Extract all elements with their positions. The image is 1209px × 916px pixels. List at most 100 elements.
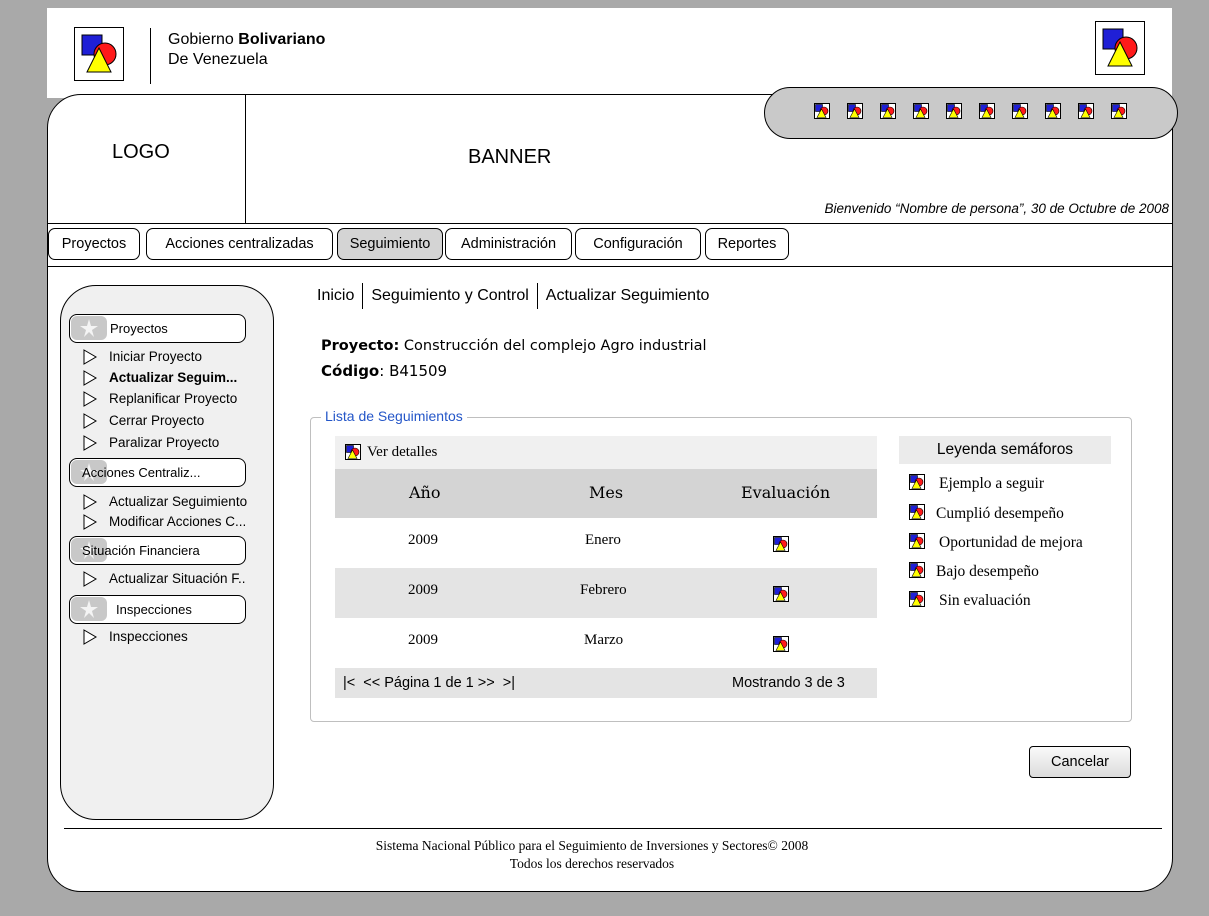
sidebar-item-actualizar-seguimiento-acciones[interactable]: Actualizar Seguimiento (83, 492, 247, 512)
main-frame: LOGO BANNER Bienvenido “Nombre de person… (47, 87, 1178, 892)
breadcrumb-inicio[interactable]: Inicio (317, 287, 354, 304)
sidebar-section-acciones-centralizadas[interactable]: Acciones Centraliz... (69, 458, 246, 487)
government-logo-icon (74, 27, 124, 81)
cell-month: Enero (585, 532, 621, 548)
section-label: Inspecciones (116, 602, 192, 617)
ver-detalles-button[interactable]: Ver detalles (345, 442, 437, 462)
table-row[interactable]: 2009 Marzo (335, 618, 877, 668)
quick-access-icon[interactable] (1111, 103, 1127, 119)
cell-month: Febrero (580, 582, 627, 598)
sidebar-item-cerrar-proyecto[interactable]: Cerrar Proyecto (83, 411, 204, 431)
legend-label: Sin evaluación (939, 592, 1031, 609)
column-header-evaluacion[interactable]: Evaluación (741, 483, 830, 502)
quick-access-icon[interactable] (946, 103, 962, 119)
evaluation-status-icon (773, 586, 789, 602)
sidebar-section-situacion-financiera[interactable]: Situación Financiera (69, 536, 246, 565)
section-label: Acciones Centraliz... (82, 465, 201, 480)
sidebar-item-iniciar-proyecto[interactable]: Iniciar Proyecto (83, 347, 202, 367)
footer-rights: Todos los derechos reservados (509, 856, 675, 871)
tab-proyectos[interactable]: Proyectos (48, 228, 140, 260)
sidebar-item-actualizar-seguimiento[interactable]: Actualizar Seguim... (83, 368, 237, 388)
quick-access-icon[interactable] (847, 103, 863, 119)
quick-access-icon[interactable] (979, 103, 995, 119)
evaluation-status-icon (773, 536, 789, 552)
quick-access-icon[interactable] (1045, 103, 1061, 119)
tab-acciones-centralizadas[interactable]: Acciones centralizadas (146, 228, 333, 260)
tab-reportes[interactable]: Reportes (705, 228, 789, 260)
section-label: Proyectos (110, 321, 168, 336)
government-header: Gobierno Bolivariano De Venezuela (47, 8, 1172, 98)
project-value: Construcción del complejo Agro industria… (399, 338, 707, 354)
grid-header: Año Mes Evaluación (335, 469, 877, 518)
triangle-right-icon (83, 494, 97, 511)
evaluation-status-icon (773, 636, 789, 652)
legend-label: Oportunidad de mejora (939, 534, 1083, 551)
tab-label: Proyectos (61, 236, 127, 252)
breadcrumb-separator (362, 283, 364, 309)
tab-configuracion[interactable]: Configuración (575, 228, 701, 260)
legend-item-oportunidad: Oportunidad de mejora (909, 533, 1083, 553)
cell-month: Marzo (584, 632, 624, 648)
sidebar-item-actualizar-situacion[interactable]: Actualizar Situación F.. (83, 569, 246, 589)
triangle-right-icon (83, 571, 97, 588)
project-label: Proyecto: (321, 338, 400, 354)
legend-label: Cumplió desempeño (936, 505, 1064, 522)
tab-administracion[interactable]: Administración (445, 228, 572, 260)
sidebar-item-modificar-acciones[interactable]: Modificar Acciones C... (83, 512, 246, 532)
column-header-mes[interactable]: Mes (589, 483, 623, 502)
triangle-right-icon (83, 629, 97, 646)
sidebar-section-proyectos[interactable]: Proyectos (69, 314, 246, 343)
breadcrumb-separator (536, 283, 538, 309)
sidebar-item-label: Modificar Acciones C... (109, 514, 247, 529)
sidebar-item-label: Actualizar Situación F.. (109, 571, 246, 586)
footer-copyright: Sistema Nacional Público para el Seguimi… (375, 838, 809, 853)
table-row[interactable]: 2009 Febrero (335, 568, 877, 618)
quick-icons-bar (764, 87, 1178, 139)
cell-year: 2009 (408, 582, 438, 598)
legend-label: Bajo desempeño (936, 563, 1039, 580)
tab-label: Configuración (593, 236, 683, 252)
sidebar-item-inspecciones[interactable]: Inspecciones (83, 627, 188, 647)
sidebar-section-inspecciones[interactable]: Inspecciones (69, 595, 246, 624)
cancel-button[interactable]: Cancelar (1029, 746, 1131, 778)
project-code: Código: B41509 (321, 360, 447, 382)
triangle-right-icon (83, 391, 97, 408)
table-row[interactable]: 2009 Enero (335, 518, 877, 568)
quick-access-icon[interactable] (1012, 103, 1028, 119)
sidebar-item-replanificar-proyecto[interactable]: Replanificar Proyecto (83, 389, 237, 409)
triangle-right-icon (83, 413, 97, 430)
section-label: Situación Financiera (82, 543, 200, 558)
semaphore-icon (909, 562, 925, 579)
tab-label: Seguimiento (349, 236, 431, 252)
column-header-ano[interactable]: Año (409, 483, 441, 502)
tab-label: Acciones centralizadas (165, 236, 314, 252)
quick-access-icon[interactable] (880, 103, 896, 119)
tracking-grid: Ver detalles Año Mes Evaluación 2009 Ene… (335, 436, 877, 698)
government-title: Gobierno Bolivariano De Venezuela (168, 30, 325, 70)
tab-seguimiento[interactable]: Seguimiento (337, 228, 443, 260)
tabbar-bottom-line (48, 266, 1172, 267)
breadcrumb-seguimiento-control[interactable]: Seguimiento y Control (371, 287, 528, 304)
star-icon (71, 597, 107, 621)
semaphore-icon (909, 591, 925, 608)
legend-label: Ejemplo a seguir (939, 475, 1045, 492)
breadcrumb-current: Actualizar Seguimiento (545, 287, 710, 305)
breadcrumb: Inicio Seguimiento y Control Actualizar Se… (317, 283, 710, 309)
details-icon (345, 443, 361, 460)
sidebar-item-label: Replanificar Proyecto (109, 391, 238, 406)
sidebar-item-label: Actualizar Seguim... (109, 370, 238, 385)
sidebar: Proyectos Iniciar Proyecto Actualizar Se… (60, 285, 274, 820)
semaphore-legend-title: Leyenda semáforos (899, 436, 1111, 464)
quick-access-icon[interactable] (913, 103, 929, 119)
project-info: Proyecto: Construcción del complejo Agro… (321, 335, 707, 357)
quick-access-icon[interactable] (1078, 103, 1094, 119)
triangle-right-icon (83, 435, 97, 452)
gov-title-line2: De Venezuela (168, 51, 268, 68)
quick-access-icon[interactable] (814, 103, 830, 119)
sidebar-item-label: Iniciar Proyecto (109, 349, 203, 364)
sidebar-item-paralizar-proyecto[interactable]: Paralizar Proyecto (83, 433, 219, 453)
legend-item-sin-evaluacion: Sin evaluación (909, 591, 1031, 611)
logo: LOGO (112, 141, 170, 163)
pagination-controls[interactable]: |< << Página 1 de 1 >> >| (343, 668, 515, 698)
code-value: : B41509 (379, 362, 448, 380)
